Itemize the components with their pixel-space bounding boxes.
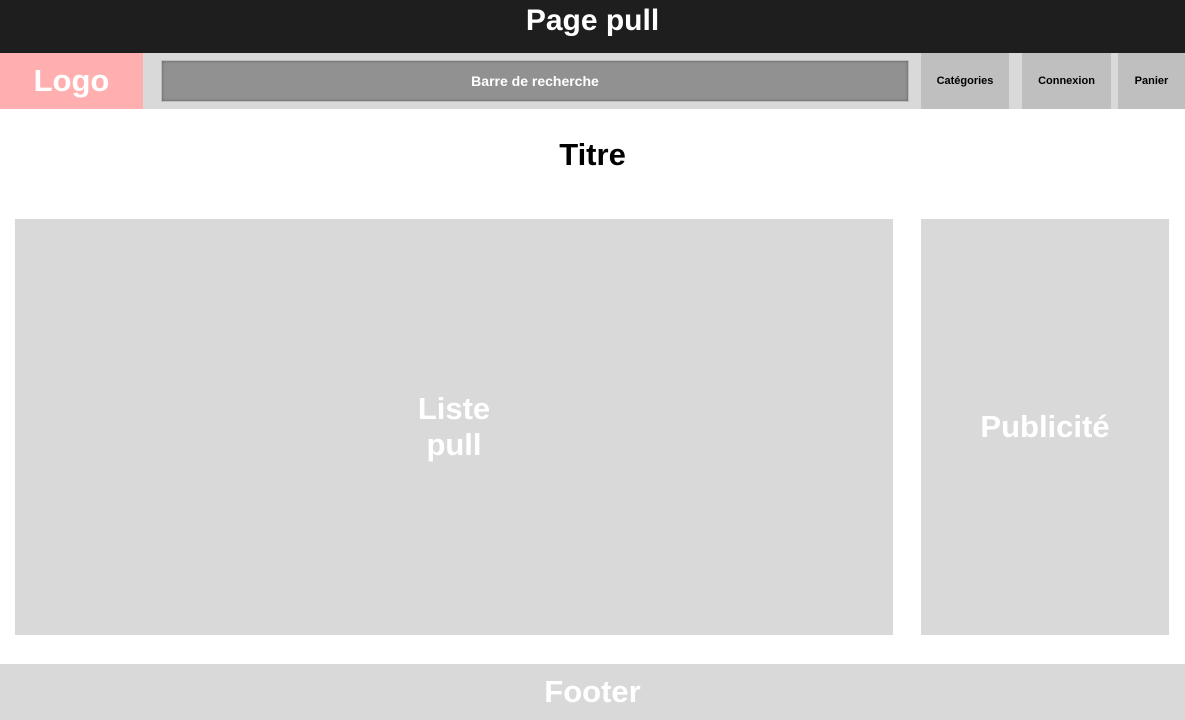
footer: Footer [0,664,1185,720]
page-title-bar: Page pull [0,0,1185,53]
login-button[interactable]: Connexion [1022,53,1111,109]
product-list[interactable]: Liste pull [15,219,893,635]
logo[interactable]: Logo [0,53,143,109]
page-title: Page pull [525,4,660,37]
search-input[interactable]: Barre de recherche [161,60,909,102]
page: Page pull Logo Barre de recherche Catégo… [0,0,1185,720]
cart-button[interactable]: Panier [1118,53,1185,109]
footer-label: Footer [544,674,641,709]
header: Logo Barre de recherche Catégories Conne… [0,53,1185,109]
advertisement-label: Publicité [980,409,1110,444]
advertisement[interactable]: Publicité [921,219,1169,635]
section-title: Titre [559,137,626,172]
product-list-label: Liste pull [417,391,491,462]
categories-button[interactable]: Catégories [921,53,1009,109]
